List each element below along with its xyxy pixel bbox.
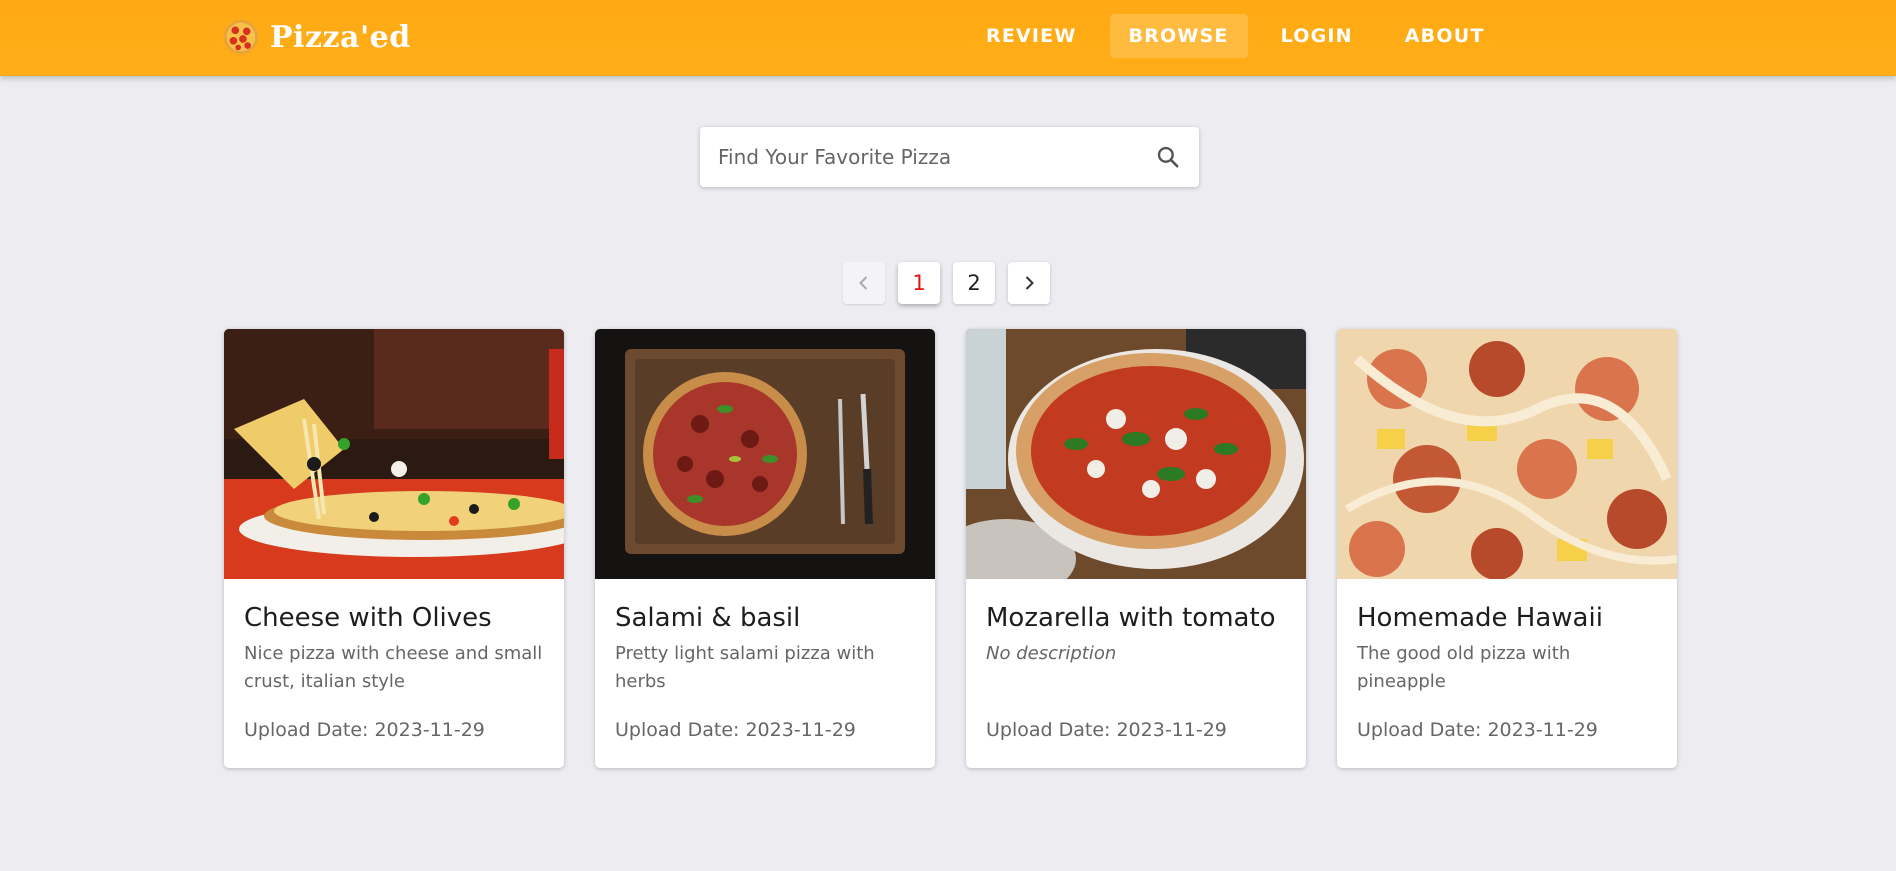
pizza-photo [1337, 329, 1677, 579]
card-description: Pretty light salami pizza with herbs [615, 643, 875, 692]
card-description: No description [986, 643, 1117, 664]
pizza-grid: Cheese with Olives Nice pizza with chees… [224, 329, 1677, 768]
nav-browse[interactable]: BROWSE [1109, 14, 1248, 58]
nav-review[interactable]: REVIEW [967, 14, 1096, 58]
app-name: Pizza'ed [270, 19, 411, 55]
search-input[interactable] [716, 144, 1155, 170]
brand-logo-link[interactable]: Pizza'ed [222, 12, 411, 62]
pizza-card[interactable]: Salami & basil Pretty light salami pizza… [595, 329, 935, 768]
card-title: Mozarella with tomato [986, 603, 1276, 633]
card-title: Homemade Hawaii [1357, 603, 1603, 633]
main-nav: REVIEW BROWSE LOGIN ABOUT [967, 14, 1504, 58]
pizza-photo [224, 329, 564, 579]
pizza-card[interactable]: Mozarella with tomato No description Upl… [966, 329, 1306, 768]
page-button-2[interactable]: 2 [953, 262, 995, 304]
page-button-1[interactable]: 1 [898, 262, 940, 304]
card-description: Nice pizza with cheese and small crust, … [244, 643, 543, 692]
pizza-photo [595, 329, 935, 579]
next-page-button[interactable] [1008, 262, 1050, 304]
card-title: Cheese with Olives [244, 603, 492, 633]
card-body: Salami & basil Pretty light salami pizza… [615, 599, 919, 768]
card-body: Mozarella with tomato No description [986, 599, 1290, 768]
nav-login[interactable]: LOGIN [1262, 14, 1372, 58]
pizza-card[interactable]: Homemade Hawaii The good old pizza with … [1337, 329, 1677, 768]
upload-date: Upload Date: 2023-11-29 [1357, 719, 1598, 741]
pizza-photo [966, 329, 1306, 579]
card-title: Salami & basil [615, 603, 801, 633]
card-body: Homemade Hawaii The good old pizza with … [1357, 599, 1661, 768]
card-body: Cheese with Olives Nice pizza with chees… [244, 599, 548, 768]
chevron-left-icon [859, 276, 868, 290]
upload-date: Upload Date: 2023-11-29 [244, 719, 485, 741]
nav-about[interactable]: ABOUT [1386, 14, 1504, 58]
upload-date: Upload Date: 2023-11-29 [615, 719, 856, 741]
pizza-card[interactable]: Cheese with Olives Nice pizza with chees… [224, 329, 564, 768]
prev-page-button[interactable] [843, 262, 885, 304]
chevron-right-icon [1025, 276, 1034, 290]
pizza-icon [223, 19, 259, 55]
card-description: The good old pizza with pineapple [1357, 643, 1571, 692]
search-box [700, 127, 1199, 187]
app-bar: Pizza'ed REVIEW BROWSE LOGIN ABOUT [0, 0, 1896, 76]
search-icon[interactable] [1155, 144, 1181, 170]
pagination: 1 2 [843, 262, 1050, 304]
upload-date: Upload Date: 2023-11-29 [986, 719, 1227, 741]
